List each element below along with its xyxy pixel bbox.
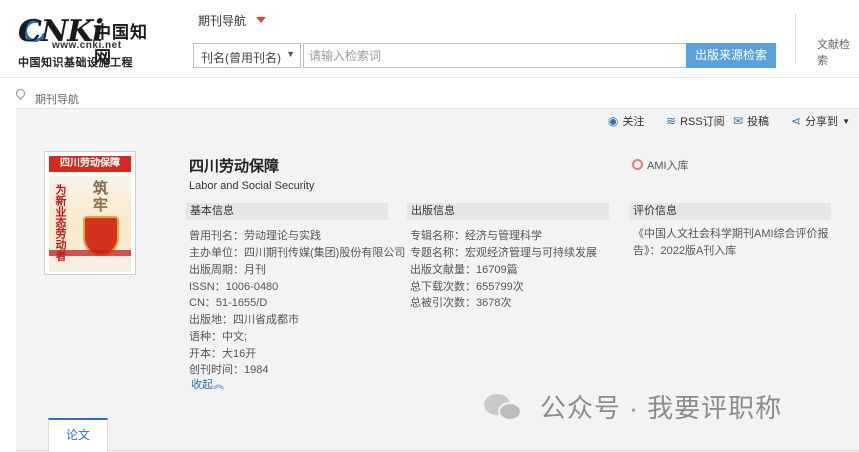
evaluation-text: 《中国人文社会科学期刊AMI综合评价报告》：2022版A刊入库: [633, 228, 829, 257]
eye-icon: ◉: [608, 114, 619, 128]
cover-headline: 筑牢: [91, 180, 108, 214]
journal-nav-menu[interactable]: 期刊导航: [198, 12, 246, 29]
share-icon: ⋖: [791, 114, 802, 128]
ami-badge: AMI入库: [632, 157, 689, 173]
journal-cover-image[interactable]: 四川劳动保障 为新业态劳动者 筑牢: [44, 151, 136, 275]
site-header: CNKi 中国知网 www.cnki.net 中国知识基础设施工程 期刊导航 刊…: [0, 0, 859, 78]
watermark: 公众号 · 我要评职称: [484, 388, 782, 425]
info-row: 总下载次数：655799次: [410, 281, 524, 293]
info-row: 出版地：四川省成都市: [189, 314, 299, 326]
rss-button[interactable]: ≋ RSS订阅: [666, 113, 725, 129]
info-row: 开本：大16开: [189, 348, 257, 360]
info-row: 总被引次数：3678次: [410, 297, 512, 309]
info-row: 主办单位：四川期刊传媒(集团)股份有限公司: [189, 247, 406, 259]
info-row: 曾用刊名：劳动理论与实践: [189, 230, 321, 242]
info-row: 创刊时间：1984: [189, 364, 269, 376]
header-divider: [795, 14, 796, 64]
tab-papers[interactable]: 论文: [48, 418, 108, 452]
caret-down-icon[interactable]: [256, 17, 266, 23]
cover-ribbon: [49, 250, 131, 256]
chevron-up-icon: ︽: [213, 379, 224, 391]
doc-search-link[interactable]: 文献检索: [817, 36, 859, 68]
cnki-logo[interactable]: CNKi 中国知网 www.cnki.net 中国知识基础设施工程: [18, 14, 158, 69]
search-input[interactable]: [303, 43, 686, 68]
wechat-icon: [484, 392, 524, 422]
chevron-down-icon: ▼: [842, 116, 850, 126]
tab-divider: [16, 450, 859, 451]
submit-button[interactable]: ✉ 投稿: [733, 113, 769, 129]
submit-label: 投稿: [747, 116, 770, 128]
follow-button[interactable]: ◉ 关注: [608, 113, 644, 129]
search-type-select[interactable]: 刊名(曾用刊名) ▼: [193, 43, 301, 68]
rss-icon: ≋: [666, 114, 677, 128]
share-label: 分享到: [805, 116, 839, 128]
cover-title: 四川劳动保障: [49, 156, 131, 172]
info-row: 专辑名称：经济与管理科学: [410, 230, 542, 242]
mail-icon: ✉: [733, 114, 744, 128]
journal-english-title: Labor and Social Security: [189, 180, 315, 192]
watermark-text: 公众号 · 我要评职称: [540, 393, 783, 423]
info-row: 出版周期：月刊: [189, 264, 266, 276]
share-button[interactable]: ⋖ 分享到 ▼: [791, 113, 850, 129]
section-publish-info: 出版信息: [407, 203, 609, 220]
collapse-link[interactable]: 收起︽: [191, 376, 224, 392]
info-row: 专题名称：宏观经济管理与可持续发展: [410, 247, 597, 259]
medal-icon: [632, 159, 643, 170]
logo-slogan: 中国知识基础设施工程: [18, 57, 133, 69]
chevron-down-icon: ▼: [286, 49, 295, 59]
search-button[interactable]: 出版来源检索: [686, 43, 776, 68]
ami-label: AMI入库: [647, 160, 689, 172]
info-row: 语种：中文;: [189, 331, 248, 343]
breadcrumb-journal-nav[interactable]: 期刊导航: [35, 91, 79, 107]
info-row: ISSN：1006-0480: [189, 281, 279, 293]
rss-label: RSS订阅: [680, 116, 725, 128]
search-type-value: 刊名(曾用刊名): [201, 51, 281, 65]
logo-url: www.cnki.net: [52, 40, 122, 51]
location-pin-icon: [14, 87, 27, 100]
section-basic-info: 基本信息: [186, 203, 388, 220]
breadcrumb: 期刊导航: [0, 79, 859, 109]
info-row: 出版文献量：16709篇: [410, 264, 518, 276]
journal-title: 四川劳动保障: [189, 158, 280, 175]
section-evaluation-info: 评价信息: [629, 203, 831, 220]
follow-label: 关注: [622, 116, 645, 128]
info-row: CN：51-1655/D: [189, 297, 268, 309]
